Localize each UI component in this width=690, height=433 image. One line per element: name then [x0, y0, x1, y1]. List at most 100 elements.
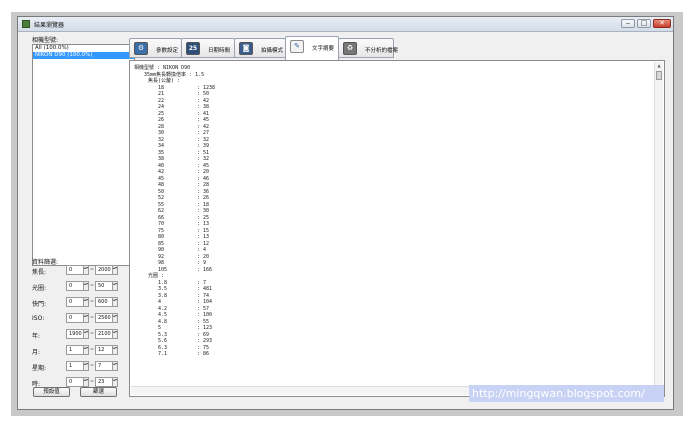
row-count: 42	[203, 123, 210, 130]
filter-from-input[interactable]: 0	[66, 297, 84, 307]
camera-list[interactable]: All (100.0%) NIKON D90 (100.0%)	[32, 44, 135, 266]
row-count: 45	[203, 162, 210, 169]
row-count: 45	[203, 117, 210, 123]
filter-label: 年:	[32, 333, 41, 340]
filter-row: 年: 1900 ▴▾ ~2100 ▴▾	[32, 329, 136, 340]
spinner-icon[interactable]: ▴▾	[83, 313, 89, 323]
range-separator: ~	[90, 267, 95, 273]
default-button[interactable]: 預設值	[33, 387, 70, 397]
row-count: 51	[203, 149, 210, 156]
filter-row: 時: 0 ▴▾ ~23 ▴▾	[32, 377, 136, 388]
row-count: 30	[203, 208, 210, 214]
row-count: 9	[203, 260, 207, 266]
row-count: 75	[203, 344, 210, 351]
row-count: 12	[203, 240, 210, 247]
filter-from-input[interactable]: 0	[66, 265, 84, 275]
close-button[interactable]: ✕	[653, 19, 671, 28]
scroll-thumb[interactable]	[656, 71, 662, 80]
filter-to-input[interactable]: 23	[95, 377, 113, 387]
row-count: 42	[203, 97, 210, 104]
spinner-icon[interactable]: ▴▾	[83, 297, 89, 307]
scroll-up-icon[interactable]: ▲	[655, 62, 663, 69]
row-count: 25	[203, 214, 210, 221]
spinner-icon[interactable]: ▴▾	[112, 329, 118, 339]
row-count: 32	[203, 156, 210, 162]
row-count: 28	[203, 182, 210, 188]
tab-settings[interactable]: ⚙ 參數設定	[129, 38, 182, 58]
row-count: 13	[203, 221, 210, 227]
filter-to-input[interactable]: 600	[95, 297, 113, 307]
notepad-icon: ✎	[290, 40, 304, 53]
filter-row: 星期: 1 ▴▾ ~7 ▴▾	[32, 361, 136, 372]
filter-to-input[interactable]: 2100	[95, 329, 113, 339]
row-count: 18	[203, 201, 210, 208]
range-separator: ~	[90, 299, 95, 305]
spinner-icon[interactable]: ▴▾	[83, 265, 89, 275]
spinner-icon[interactable]: ▴▾	[83, 329, 89, 339]
row-count: 15	[203, 227, 210, 234]
filter-to-input[interactable]: 12	[95, 345, 113, 355]
spinner-icon[interactable]: ▴▾	[112, 377, 118, 387]
row-count: 481	[203, 286, 213, 292]
camera-item-nikon-d90[interactable]: NIKON D90 (100.0%)	[33, 52, 134, 59]
vertical-scrollbar[interactable]: ▲	[654, 62, 663, 389]
trash-icon: ♻	[343, 42, 357, 55]
tab-datetime[interactable]: 25 日期時間	[181, 38, 235, 58]
spinner-icon[interactable]: ▴▾	[112, 265, 118, 275]
app-window: 結果瀏覽器 ‒ □ ✕ 相機型號: All (100.0%) NIKON D90…	[17, 16, 674, 410]
tab-text-summary[interactable]: ✎ 文字摘要	[285, 36, 339, 60]
row-count: 4	[203, 247, 207, 253]
filter-from-input[interactable]: 1	[66, 361, 84, 371]
spinner-icon[interactable]: ▴▾	[112, 345, 118, 355]
minimize-button[interactable]: ‒	[621, 19, 635, 28]
range-separator: ~	[90, 363, 95, 369]
row-count: 38	[203, 104, 210, 110]
row-key: 7.1	[158, 351, 168, 357]
filter-to-input[interactable]: 50	[95, 281, 113, 291]
range-separator: ~	[90, 347, 95, 353]
spinner-icon[interactable]: ▴▾	[112, 297, 118, 307]
filter-label: 星期:	[32, 365, 47, 372]
spinner-icon[interactable]: ▴▾	[112, 361, 118, 371]
settings-icon: ⚙	[134, 42, 148, 55]
app-icon	[22, 20, 30, 28]
row-count: 55	[203, 318, 210, 325]
tab-label: 日期時間	[208, 48, 231, 54]
row-count: 36	[203, 188, 210, 195]
row-count: 46	[203, 175, 210, 182]
spinner-icon[interactable]: ▴▾	[83, 281, 89, 291]
maximize-button[interactable]: □	[637, 19, 651, 28]
row-count: 13	[203, 234, 210, 240]
camera-item-all[interactable]: All (100.0%)	[33, 45, 134, 52]
row-count: 20	[203, 169, 210, 175]
row-count: 86	[203, 351, 210, 357]
filter-to-input[interactable]: 2000	[95, 265, 113, 275]
summary-text-area[interactable]: 相機型號 : NIKON D90 35mm焦長轉換倍率 : 1.5 焦長(公釐)…	[129, 60, 665, 397]
tab-label: 不分析的檔案	[365, 48, 399, 54]
row-count: 32	[203, 136, 210, 143]
filter-label: 光圈:	[32, 285, 47, 292]
filter-from-input[interactable]: 1900	[66, 329, 84, 339]
row-count: 100	[203, 312, 213, 318]
spinner-icon[interactable]: ▴▾	[112, 313, 118, 323]
filter-row: 光圈: 0 ▴▾ ~50 ▴▾	[32, 281, 136, 292]
filter-from-input[interactable]: 0	[66, 377, 84, 387]
filter-button[interactable]: 篩選	[80, 387, 117, 397]
spinner-icon[interactable]: ▴▾	[83, 345, 89, 355]
filter-from-input[interactable]: 1	[66, 345, 84, 355]
row-count: 69	[203, 331, 210, 338]
tab-unanalyzed-files[interactable]: ♻ 不分析的檔案	[338, 38, 398, 58]
row-count: 104	[203, 299, 213, 305]
row-count: 74	[203, 292, 210, 299]
row-count: 1238	[203, 84, 216, 91]
filter-from-input[interactable]: 0	[66, 281, 84, 291]
spinner-icon[interactable]: ▴▾	[83, 377, 89, 387]
row-count: 7	[203, 279, 207, 286]
tab-label: 參數設定	[156, 48, 179, 54]
spinner-icon[interactable]: ▴▾	[112, 281, 118, 291]
spinner-icon[interactable]: ▴▾	[83, 361, 89, 371]
filter-to-input[interactable]: 7	[95, 361, 113, 371]
filter-to-input[interactable]: 2560	[95, 313, 113, 323]
tab-shooting-mode[interactable]: ◙ 拍攝模式	[234, 38, 286, 58]
filter-from-input[interactable]: 0	[66, 313, 84, 323]
